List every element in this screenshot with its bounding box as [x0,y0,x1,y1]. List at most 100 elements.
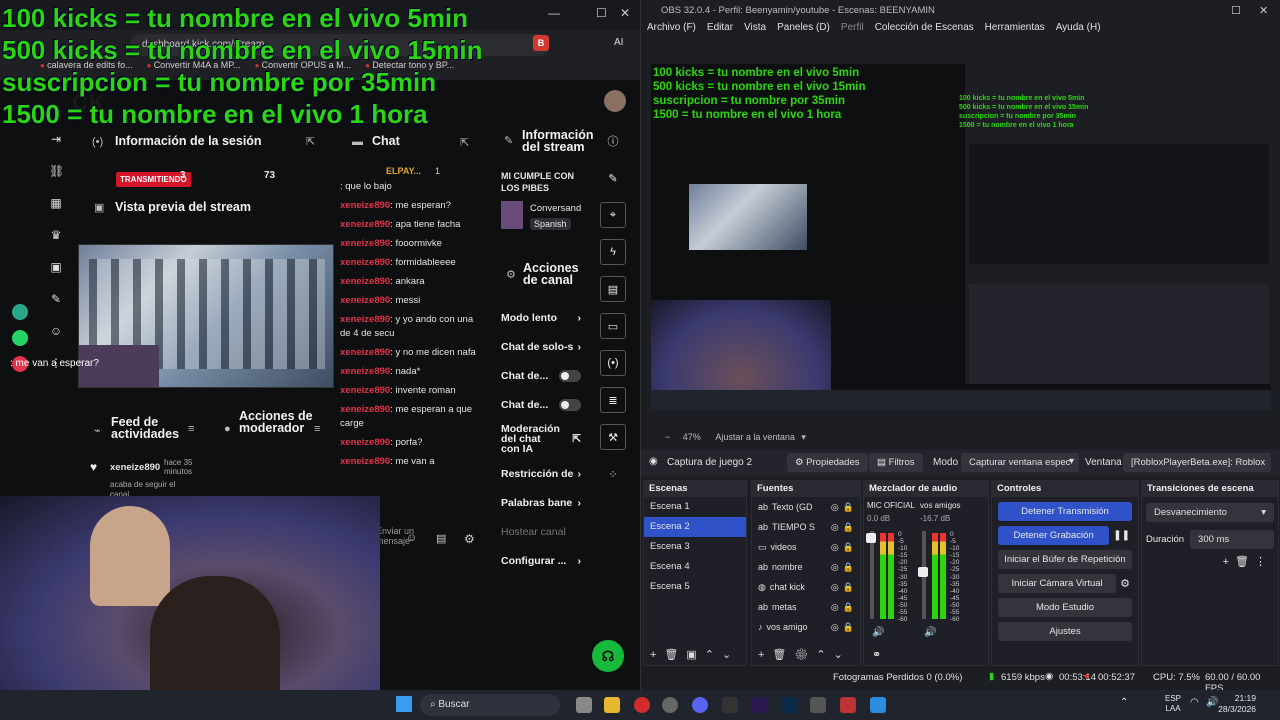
popout-icon[interactable]: ⇱ [460,136,469,149]
studio-mode-button[interactable]: Modo Estudio [998,598,1132,617]
chevron-up-icon[interactable]: ⌃ [1120,697,1128,708]
eye-icon[interactable]: ◎ [831,602,839,613]
eye-icon[interactable]: ◎ [831,582,839,593]
bolt-icon[interactable]: ϟ [600,239,626,265]
headset-button[interactable]: ☊ [592,640,624,672]
scene-actions[interactable]: +🗑▣⌃⌄ [650,648,739,661]
live-icon[interactable] [722,697,738,713]
mode-select[interactable]: Capturar ventana espec [961,453,1079,472]
menu-profile[interactable]: Perfil [841,22,864,38]
close-icon[interactable]: ✕ [1259,4,1268,17]
popout-icon[interactable]: ⇱ [306,135,315,148]
volume-slider-handle[interactable] [866,533,876,543]
trophy-icon[interactable]: ♛ [49,228,63,242]
gear-icon[interactable]: ⚙ [1120,577,1130,590]
wrench-icon[interactable]: ✎ [49,292,63,306]
clock[interactable]: 21:19 28/3/2026 [1216,693,1256,715]
app-icon[interactable] [870,697,886,713]
zoom-out-icon[interactable]: − [665,432,670,442]
lock-icon[interactable]: 🔒 [843,522,854,533]
action-restriction[interactable]: Restricción de › [501,459,581,488]
broadcast-icon[interactable]: (•) [600,350,626,376]
chevron-down-icon[interactable]: ▾ [801,432,806,442]
task-view-icon[interactable] [576,697,592,713]
toggle-switch[interactable] [559,369,581,382]
avatar[interactable] [604,90,626,112]
eye-icon[interactable]: ◎ [831,562,839,573]
chat-bubble-icon[interactable]: ▭ [600,313,626,339]
filter-icon[interactable]: ≡ [314,423,320,435]
eye-icon[interactable]: ◎ [831,502,839,513]
eye-icon[interactable]: ◎ [831,542,839,553]
document-icon[interactable]: ▤ [600,276,626,302]
lock-icon[interactable]: 🔒 [843,582,854,593]
close-icon[interactable]: ✕ [620,6,630,20]
premiere-icon[interactable] [752,697,768,713]
apps-icon[interactable]: ⁘ [600,461,626,487]
chat-input[interactable]: Enviar un mensaje [376,526,426,546]
stop-streaming-button[interactable]: Detener Transmisión [998,502,1132,521]
whatsapp-icon[interactable] [12,330,28,346]
emoji-icon[interactable]: ☺ [406,532,417,544]
source-item[interactable]: ab metas ◎ 🔒 [752,597,860,617]
menu-help[interactable]: Ayuda (H) [1056,22,1101,38]
info-icon[interactable]: ⓘ [600,128,626,154]
fit-window-dropdown[interactable]: Ajustar a la ventana [715,432,795,442]
maximize-icon[interactable]: ☐ [1231,4,1241,17]
action-slow-mode[interactable]: Modo lento › [501,303,581,332]
filter-icon[interactable]: ≡ [188,423,194,435]
speaker-icon[interactable]: 🔊 [924,627,936,638]
opera-icon[interactable] [634,697,650,713]
mixer-link-icon[interactable]: ⚭ [872,648,881,661]
list-icon[interactable]: ≣ [600,387,626,413]
pencil-icon[interactable]: ✎ [600,165,626,191]
menu-scene-collection[interactable]: Colección de Escenas [875,22,974,38]
toggle-switch[interactable] [559,398,581,411]
virtual-camera-button[interactable]: Iniciar Cámara Virtual [998,574,1117,593]
users-icon[interactable]: ☺ [49,324,63,338]
action-chat-toggle-1[interactable]: Chat de... [501,361,581,390]
scene-item[interactable]: Escena 4 [644,557,746,577]
menu-view[interactable]: Vista [744,22,766,38]
action-sub-only-chat[interactable]: Chat de solo-s › [501,332,581,361]
lock-icon[interactable]: 🔒 [843,562,854,573]
lock-icon[interactable]: 🔒 [843,602,854,613]
source-item[interactable]: ab Texto (GD ◎ 🔒 [752,497,860,517]
source-item[interactable]: ▭ videos ◎ 🔒 [752,537,860,557]
replay-buffer-button[interactable]: Iniciar el Búfer de Repetición [998,550,1132,569]
maximize-icon[interactable]: ☐ [596,6,607,20]
menu-edit[interactable]: Editar [707,22,733,38]
obs-preview-canvas[interactable]: 100 kicks = tu nombre en el vivo 5min 50… [651,64,1271,410]
source-actions[interactable]: +🗑⚙⌃⌄ [758,648,851,661]
language-indicator[interactable]: ESP LAA [1165,694,1181,714]
start-icon[interactable] [396,696,412,712]
action-configure[interactable]: Configurar ... › [501,546,581,575]
pause-icon[interactable]: ❚❚ [1113,530,1130,541]
action-banned-words[interactable]: Palabras bane › [501,488,581,517]
obs-icon[interactable] [662,697,678,713]
app-icon[interactable] [810,697,826,713]
filters-button[interactable]: ▤ Filtros [869,453,923,472]
menu-file[interactable]: Archivo (F) [647,22,696,38]
stream-icon[interactable]: ▣ [49,260,63,274]
transition-select[interactable]: Desvanecimiento ▾ [1146,503,1274,522]
photoshop-icon[interactable] [782,697,798,713]
volume-slider[interactable] [870,531,874,619]
dashboard-icon[interactable]: ▦ [49,196,63,210]
minimize-icon[interactable]: — [548,6,560,20]
app-icon[interactable] [840,697,856,713]
scene-item[interactable]: Escena 5 [644,577,746,597]
scene-item[interactable]: Escena 1 [644,497,746,517]
taskbar-search[interactable]: ⌕ Buscar [420,694,560,716]
source-item[interactable]: ab TIEMPO S ◎ 🔒 [752,517,860,537]
gift-icon[interactable]: ▤ [436,532,446,545]
lock-icon[interactable]: 🔒 [843,542,854,553]
transition-actions[interactable]: +🗑⋮ [1142,555,1272,568]
category-name[interactable]: Conversand [530,203,581,214]
window-select[interactable]: [RobloxPlayerBeta.exe]: Roblox [1123,453,1271,472]
lock-icon[interactable]: 🔒 [843,622,854,633]
properties-button[interactable]: ⚙ Propiedades [787,453,868,472]
pinned-user[interactable]: ELPAY... [386,166,421,176]
stream-preview-video[interactable] [78,244,334,388]
settings-button[interactable]: Ajustes [998,622,1132,641]
